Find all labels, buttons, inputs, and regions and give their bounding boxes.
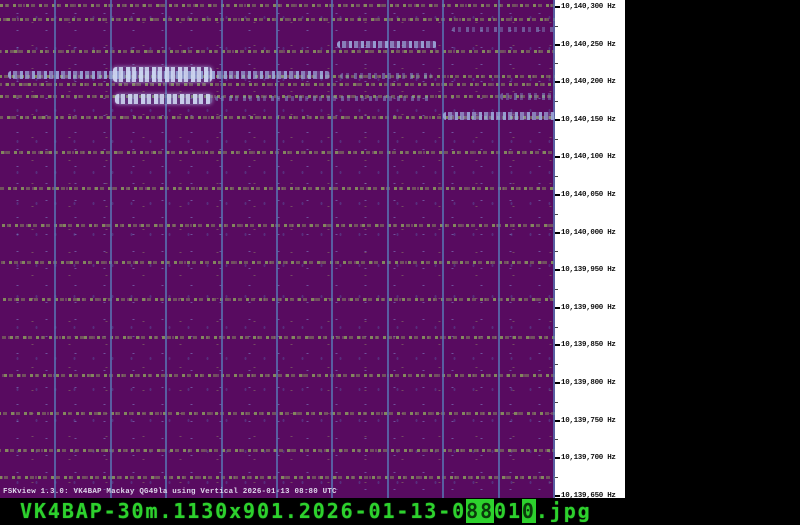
fskview-screen: FSKview 1.3.0: VK4BAP Mackay QG49la usin… xyxy=(0,0,800,525)
filename-segment: .jpg xyxy=(535,499,592,523)
minor-tick xyxy=(555,439,558,441)
major-tick xyxy=(555,194,560,196)
frequency-label-row: 10,140,300 Hz xyxy=(555,3,616,12)
major-tick xyxy=(555,457,560,460)
major-tick xyxy=(555,6,560,8)
frequency-label: 10,140,250 Hz xyxy=(561,40,616,49)
wspr-signal-blob xyxy=(452,27,556,32)
filename-segment: 01 xyxy=(494,499,522,523)
wspr-signal-blob xyxy=(340,73,432,79)
frequency-label: 10,139,850 Hz xyxy=(561,341,616,350)
frequency-label: 10,140,050 Hz xyxy=(561,191,616,199)
wspr-signal-blob xyxy=(115,94,212,104)
frequency-label-row: 10,140,000 Hz xyxy=(555,228,616,237)
frequency-label-row: 10,140,200 Hz xyxy=(555,78,616,87)
frequency-label-row: 10,139,700 Hz xyxy=(555,454,616,463)
minor-tick xyxy=(555,101,558,102)
minor-tick xyxy=(555,213,558,215)
frequency-label: 10,140,200 Hz xyxy=(561,78,616,87)
status-bar-text: FSKview 1.3.0: VK4BAP Mackay QG49la usin… xyxy=(3,488,337,496)
frequency-label-row: 10,139,900 Hz xyxy=(555,303,616,312)
minor-tick xyxy=(555,176,558,178)
major-tick xyxy=(555,118,560,121)
minor-tick xyxy=(555,364,558,366)
major-tick xyxy=(555,231,560,234)
frequency-label: 10,140,000 Hz xyxy=(561,228,616,237)
filename-segment: 0 xyxy=(521,499,536,523)
frequency-label: 10,139,700 Hz xyxy=(561,454,616,463)
minor-tick xyxy=(555,477,558,478)
major-tick xyxy=(555,306,560,309)
minor-tick xyxy=(555,289,558,290)
frequency-label: 10,139,900 Hz xyxy=(561,303,616,312)
minor-tick xyxy=(555,326,558,328)
minor-tick xyxy=(555,63,558,65)
frequency-axis: 10,140,300 Hz 10,140,250 Hz 10,140,200 Hz 1… xyxy=(555,0,625,500)
frequency-label-row: 10,140,250 Hz xyxy=(555,40,616,49)
frequency-label-row: 10,139,850 Hz xyxy=(555,341,616,350)
major-tick xyxy=(555,419,560,422)
frequency-label-row: 10,139,950 Hz xyxy=(555,266,616,275)
frequency-label: 10,139,750 Hz xyxy=(561,416,616,425)
frequency-label-row: 10,139,750 Hz xyxy=(555,416,616,425)
time-gridline xyxy=(553,0,555,498)
minor-tick xyxy=(555,401,558,403)
filename-segment: VK4BAP-30m.1130x901.2026-01-13-0 xyxy=(20,499,467,523)
time-gridline xyxy=(442,0,444,498)
wspr-signal-blob xyxy=(500,93,555,100)
minor-tick xyxy=(555,25,558,27)
wspr-signal-blob xyxy=(443,112,556,120)
time-gridline xyxy=(498,0,500,498)
major-tick xyxy=(555,81,560,84)
major-tick xyxy=(555,382,560,384)
wspr-signal-blob xyxy=(215,96,430,101)
major-tick xyxy=(555,269,560,272)
filename-bar: VK4BAP-30m.1130x901.2026-01-13-088010.jp… xyxy=(20,499,592,523)
major-tick xyxy=(555,156,560,159)
major-tick xyxy=(555,43,560,46)
spectrogram: FSKview 1.3.0: VK4BAP Mackay QG49la usin… xyxy=(0,0,556,498)
frequency-label-row: 10,140,100 Hz xyxy=(555,153,616,162)
time-gridline xyxy=(331,0,333,498)
major-tick xyxy=(555,494,560,497)
frequency-label: 10,139,950 Hz xyxy=(561,266,616,275)
frequency-label-row: 10,140,150 Hz xyxy=(555,115,616,124)
major-tick xyxy=(555,344,560,347)
wspr-signal-blob xyxy=(337,41,437,48)
filename-segment: 88 xyxy=(466,499,495,523)
frequency-label-row: 10,140,050 Hz xyxy=(555,191,616,200)
wspr-signal-blob xyxy=(113,67,212,82)
frequency-label: 10,140,100 Hz xyxy=(561,153,616,162)
frequency-label: 10,139,800 Hz xyxy=(561,379,616,387)
frequency-label-row: 10,139,800 Hz xyxy=(555,379,616,388)
frequency-label: 10,140,150 Hz xyxy=(561,115,616,124)
minor-tick xyxy=(555,251,558,253)
frequency-label: 10,140,300 Hz xyxy=(561,3,616,11)
minor-tick xyxy=(555,138,558,140)
